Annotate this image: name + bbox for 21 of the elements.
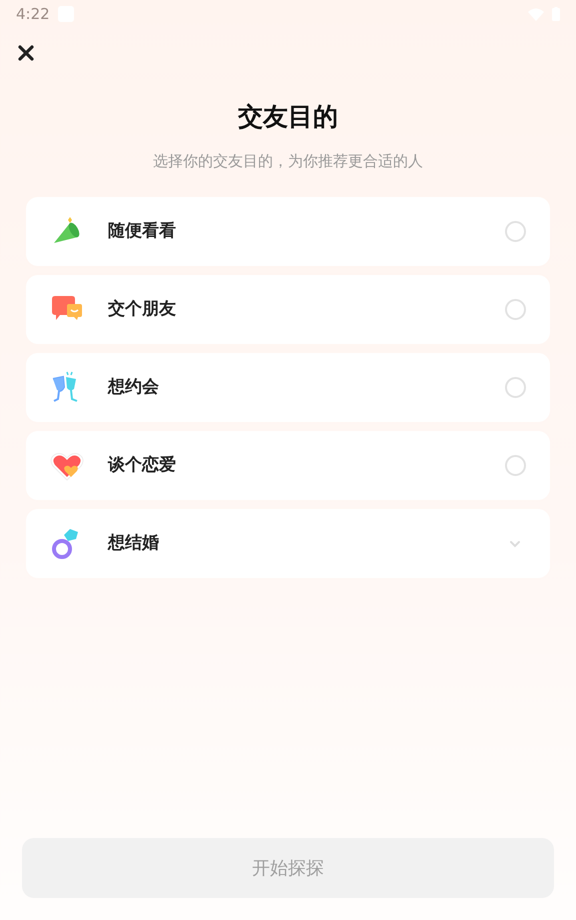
close-icon[interactable] [18,44,34,61]
option-card[interactable]: 想约会 [26,353,550,422]
radio-button[interactable] [505,299,526,320]
page-subtitle: 选择你的交友目的，为你推荐更合适的人 [152,150,424,172]
option-card[interactable]: 谈个恋爱 [26,431,550,500]
status-time: 4:22 [16,4,50,25]
toasting-glasses-icon [50,370,80,404]
option-label: 想约会 [108,376,160,399]
option-label: 想结婚 [108,532,160,555]
option-card[interactable]: 随便看看 [26,197,550,266]
page-title: 交友目的 [237,101,339,133]
option-label: 随便看看 [108,220,177,243]
chevron-down-icon[interactable] [509,540,521,548]
radio-button[interactable] [505,455,526,476]
option-label: 交个朋友 [108,298,177,321]
option-card[interactable]: 交个朋友 [26,275,550,344]
option-card[interactable]: 想结婚 [26,509,550,578]
radio-button[interactable] [505,221,526,242]
ring-icon [50,526,80,560]
option-label: 谈个恋爱 [108,454,177,477]
radio-button[interactable] [505,377,526,398]
